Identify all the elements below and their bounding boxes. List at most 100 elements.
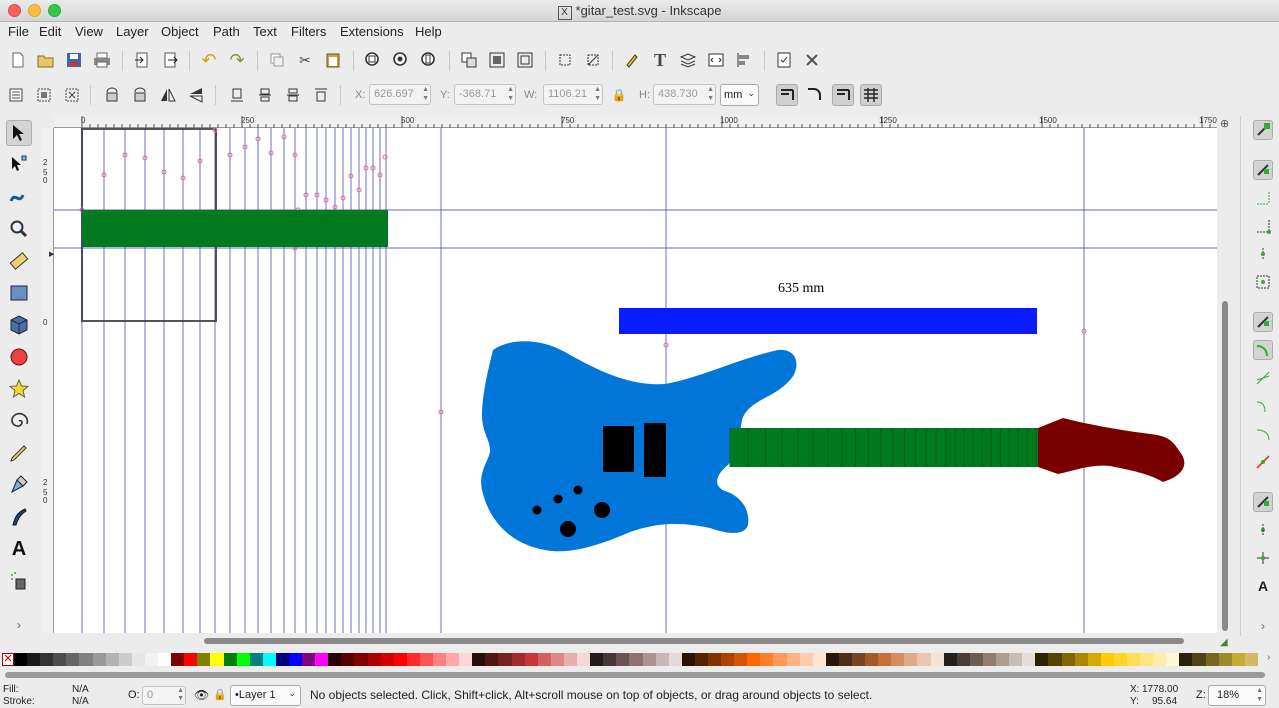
palette-swatch[interactable] [236, 653, 250, 666]
snap-center-icon[interactable] [1253, 520, 1273, 540]
palette-swatch[interactable] [786, 653, 800, 666]
palette-swatch[interactable] [1140, 653, 1154, 666]
clone-icon[interactable] [514, 49, 536, 71]
palette-swatch[interactable] [459, 653, 473, 666]
palette-swatch[interactable] [930, 653, 944, 666]
snap-cusp-icon[interactable] [1253, 396, 1273, 416]
snap-bbox-midpoints-icon[interactable] [1253, 244, 1273, 264]
guitar-headstock[interactable] [1038, 418, 1185, 482]
pen-tool-icon[interactable] [6, 472, 32, 498]
snap-paths-icon[interactable] [1253, 340, 1273, 360]
node-icon[interactable] [554, 49, 576, 71]
palette-swatch[interactable] [498, 653, 512, 666]
palette-swatch[interactable] [838, 653, 852, 666]
snap-more-chevron-icon[interactable]: › [1253, 616, 1273, 636]
menu-object[interactable]: Object [161, 24, 199, 39]
vertical-scrollbar[interactable] [1220, 128, 1230, 633]
palette-swatch[interactable] [734, 653, 748, 666]
palette-swatch[interactable] [393, 653, 407, 666]
raise-icon[interactable] [282, 84, 304, 106]
raise-top-icon[interactable] [310, 84, 332, 106]
horizontal-scrollbar[interactable] [54, 636, 1217, 646]
knob-3[interactable] [532, 505, 542, 515]
palette-swatch[interactable] [92, 653, 106, 666]
palette-swatch[interactable] [1192, 653, 1206, 666]
palette-swatch[interactable] [550, 653, 564, 666]
palette-swatch[interactable] [537, 653, 551, 666]
palette-swatch[interactable] [1061, 653, 1075, 666]
palette-swatch[interactable] [956, 653, 970, 666]
palette-swatch[interactable] [1205, 653, 1219, 666]
guitar-neck[interactable] [730, 428, 1038, 467]
palette-swatch[interactable] [760, 653, 774, 666]
tweak-tool-icon[interactable] [6, 184, 32, 210]
palette-swatch[interactable] [118, 653, 132, 666]
h-spinner-icon[interactable]: ▲ ▼ [707, 85, 714, 103]
menu-filters[interactable]: Filters [291, 24, 326, 39]
palette-swatch[interactable] [433, 653, 447, 666]
palette-swatch[interactable] [825, 653, 839, 666]
palette-swatch[interactable] [249, 653, 263, 666]
node-tool-icon[interactable] [6, 152, 32, 178]
transform-patterns-toggle[interactable] [860, 84, 882, 106]
palette-swatch[interactable] [1100, 653, 1114, 666]
palette-swatch[interactable] [158, 653, 172, 666]
palette-swatch[interactable] [275, 653, 289, 666]
lower-icon[interactable] [254, 84, 276, 106]
object-to-path-icon[interactable] [582, 49, 604, 71]
cut-icon[interactable]: ✂ [294, 49, 316, 71]
palette-swatch[interactable] [53, 653, 67, 666]
knob-2[interactable] [553, 494, 563, 504]
zoom-spinner-icon[interactable]: ▲ ▼ [1256, 686, 1263, 704]
palette-swatch[interactable] [1166, 653, 1180, 666]
transform-gradients-toggle[interactable] [832, 84, 854, 106]
palette-swatch[interactable] [852, 653, 866, 666]
palette-swatch[interactable] [590, 653, 604, 666]
palette-swatch[interactable] [1009, 653, 1023, 666]
print-icon[interactable] [91, 49, 113, 71]
rotate-cw-icon[interactable] [129, 84, 151, 106]
snap-intersections-icon[interactable] [1253, 368, 1273, 388]
menu-text[interactable]: Text [253, 24, 277, 39]
h-field[interactable]: 438.730 ▲ ▼ [653, 84, 716, 105]
palette-swatch[interactable] [1126, 653, 1141, 666]
snap-rotation-center-icon[interactable] [1253, 548, 1273, 568]
no-paint-swatch[interactable]: ✕ [2, 653, 14, 666]
vertical-ruler[interactable]: 2 5 0 0 2 5 0 [41, 128, 54, 633]
palette-swatch[interactable] [996, 653, 1010, 666]
doc-props-icon[interactable] [773, 49, 795, 71]
chevron-right-icon[interactable]: › [6, 612, 32, 638]
path-node[interactable] [382, 154, 388, 160]
menu-help[interactable]: Help [415, 24, 442, 39]
horizontal-scroll-thumb[interactable] [204, 638, 1184, 644]
palette-swatch[interactable] [577, 653, 591, 666]
palette-swatch[interactable] [485, 653, 499, 666]
palette-swatch[interactable] [472, 653, 486, 666]
output-jack[interactable] [560, 521, 576, 537]
palette-swatch[interactable] [603, 653, 617, 666]
undo-icon[interactable]: ↶ [198, 49, 220, 71]
palette-swatch[interactable] [616, 653, 630, 666]
drawing-canvas[interactable]: 635 mm [54, 128, 1217, 633]
group-icon[interactable] [458, 49, 480, 71]
palette-swatch[interactable] [982, 653, 997, 666]
rotate-ccw-icon[interactable] [101, 84, 123, 106]
menu-layer[interactable]: Layer [116, 24, 149, 39]
pencil-tool-icon[interactable] [6, 440, 32, 466]
palette-swatch[interactable] [288, 653, 303, 666]
palette-swatch[interactable] [511, 653, 525, 666]
palette-swatch[interactable] [1035, 653, 1049, 666]
selector-tool-icon[interactable] [6, 120, 32, 146]
open-icon[interactable] [35, 49, 57, 71]
palette-swatch[interactable] [773, 653, 787, 666]
import-icon[interactable] [131, 49, 153, 71]
palette-swatch[interactable] [681, 653, 695, 666]
y-field[interactable]: -368.71 ▲ ▼ [454, 84, 516, 105]
palette-swatch[interactable] [262, 653, 276, 666]
palette-swatch[interactable] [105, 653, 119, 666]
fill-value[interactable]: N/A [72, 684, 89, 695]
snap-bbox-centers-icon[interactable] [1253, 272, 1273, 292]
palette-swatch[interactable] [184, 653, 198, 666]
palette-swatch[interactable] [1231, 653, 1245, 666]
menu-edit[interactable]: Edit [39, 24, 61, 39]
